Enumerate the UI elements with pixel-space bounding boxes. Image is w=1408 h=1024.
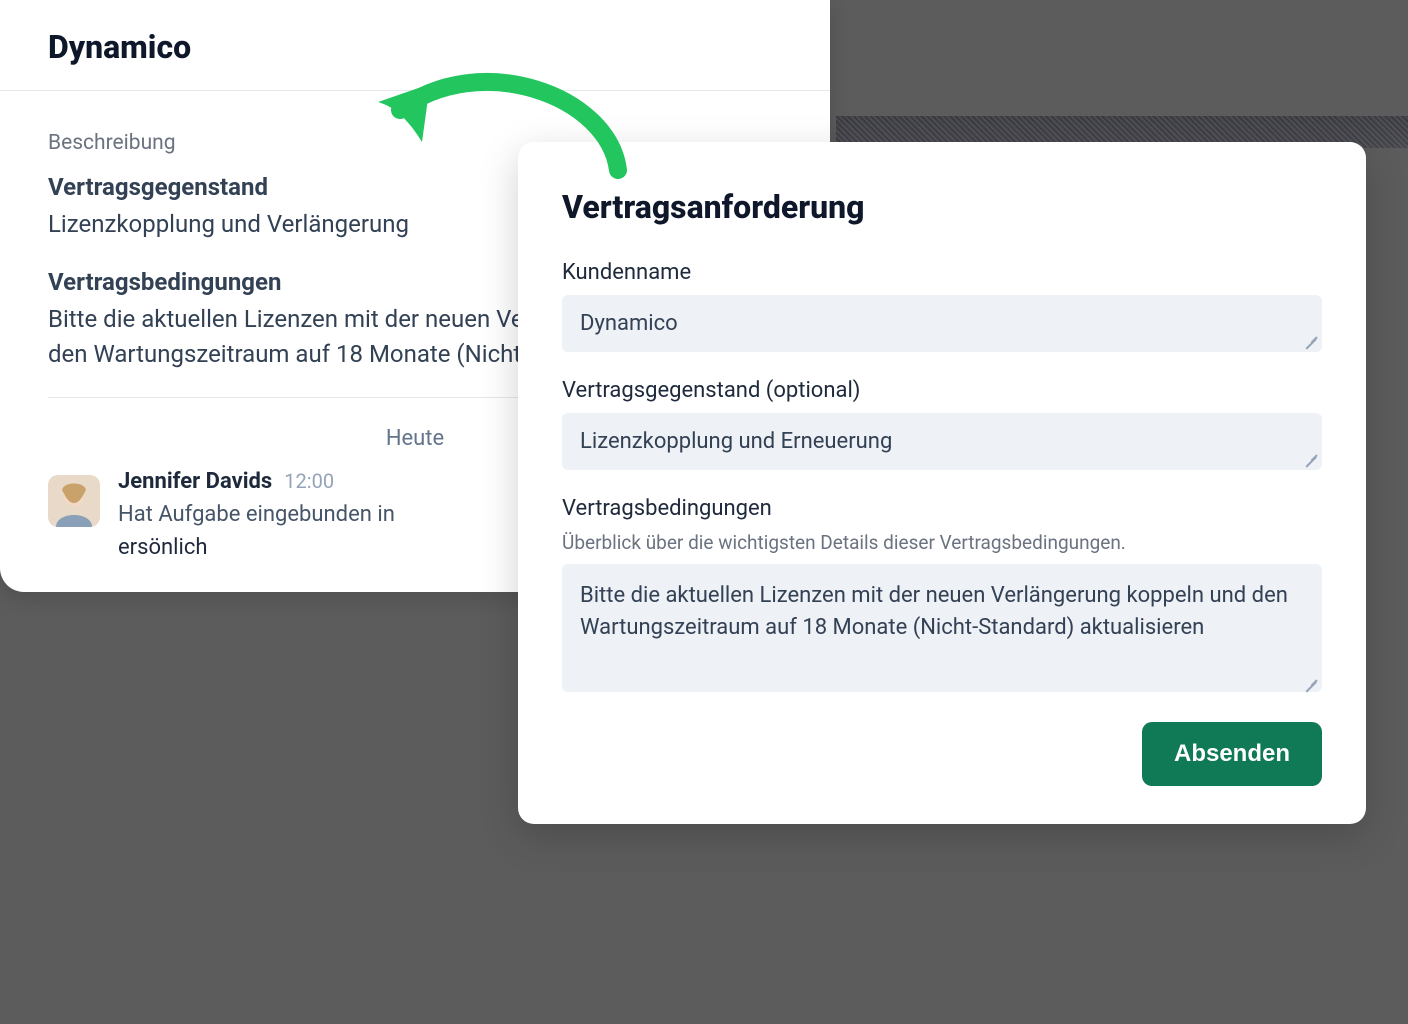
subject-label: Vertragsgegenstand (optional) (562, 378, 1322, 403)
activity-time: 12:00 (284, 469, 334, 493)
terms-textarea[interactable] (562, 564, 1322, 692)
task-header: Dynamico (0, 0, 830, 91)
subject-group: Vertragsgegenstand (optional) (562, 378, 1322, 470)
form-actions: Absenden (562, 722, 1322, 786)
customer-input[interactable] (562, 295, 1322, 352)
form-title: Vertragsanforderung (562, 188, 1322, 226)
customer-label: Kundenname (562, 260, 1322, 285)
submit-button[interactable]: Absenden (1142, 722, 1322, 786)
task-title: Dynamico (48, 28, 782, 66)
terms-label: Vertragsbedingungen (562, 496, 1322, 521)
subject-input[interactable] (562, 413, 1322, 470)
activity-author: Jennifer Davids (118, 469, 272, 494)
activity-line1: Hat Aufgabe eingebunden in (118, 502, 395, 527)
avatar (48, 475, 100, 527)
terms-group: Vertragsbedingungen Überblick über die w… (562, 496, 1322, 696)
customer-group: Kundenname (562, 260, 1322, 352)
terms-help: Überblick über die wichtigsten Details d… (562, 531, 1322, 554)
request-form-panel: Vertragsanforderung Kundenname Vertragsg… (518, 142, 1366, 824)
